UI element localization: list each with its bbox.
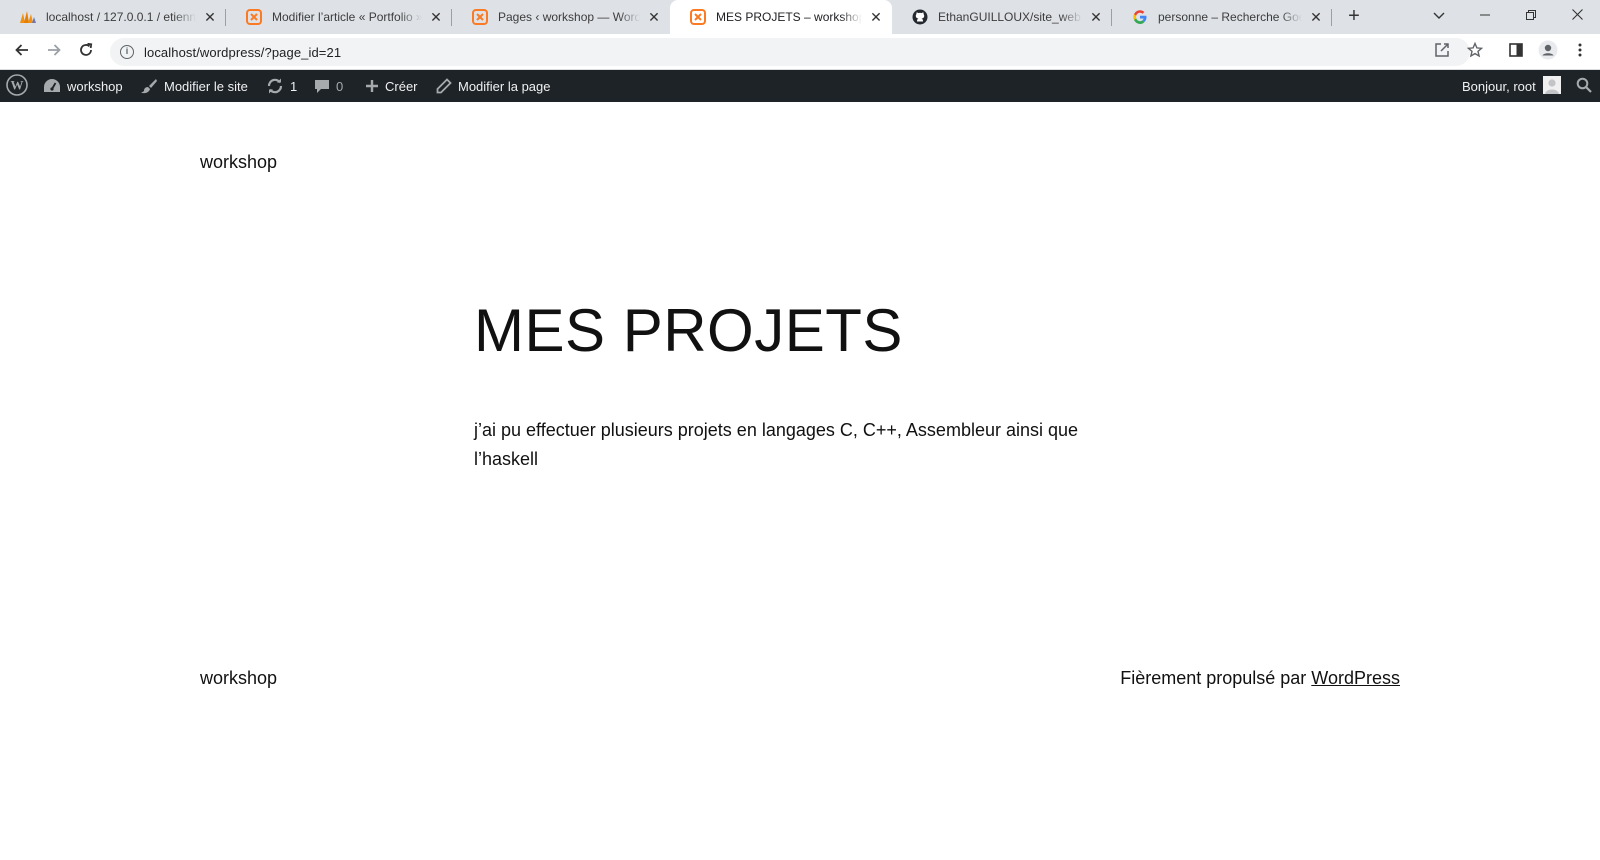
phpmyadmin-icon — [20, 9, 36, 25]
chevron-down-icon — [1433, 7, 1445, 23]
profile-button[interactable] — [1536, 40, 1560, 64]
arrow-left-icon — [14, 42, 30, 63]
update-icon — [266, 77, 284, 95]
xampp-icon — [690, 9, 706, 25]
wp-logo-menu[interactable]: W — [6, 70, 28, 102]
edit-page-label: Modifier la page — [458, 78, 551, 94]
edit-site-link[interactable]: Modifier le site — [140, 70, 248, 102]
greeting-label: Bonjour, root — [1462, 78, 1536, 94]
wordpress-link[interactable]: WordPress — [1311, 668, 1400, 688]
address-bar[interactable]: i localhost/wordpress/?page_id=21 — [110, 38, 1470, 66]
browser-toolbar: i localhost/wordpress/?page_id=21 — [0, 34, 1600, 70]
plus-icon — [365, 79, 379, 93]
site-title-link[interactable]: workshop — [200, 152, 277, 173]
edit-page-link[interactable]: Modifier la page — [436, 70, 551, 102]
avatar-icon — [1538, 40, 1558, 65]
bookmark-button[interactable] — [1463, 40, 1487, 64]
pencil-icon — [436, 78, 452, 94]
star-icon — [1466, 41, 1484, 63]
browser-tab-strip: localhost / 127.0.0.1 / etienne ✕ Modifi… — [0, 0, 1600, 34]
comments-link[interactable]: 0 — [314, 70, 343, 102]
wordpress-logo-icon: W — [6, 73, 28, 99]
browser-tab[interactable]: Modifier l’article « Portfolio » ✕ — [226, 0, 452, 34]
new-content-menu[interactable]: Créer — [365, 70, 418, 102]
close-icon[interactable]: ✕ — [646, 9, 662, 25]
close-icon[interactable]: ✕ — [202, 9, 218, 25]
avatar — [1542, 75, 1561, 97]
site-name-menu[interactable]: workshop — [43, 70, 123, 102]
close-icon[interactable]: ✕ — [868, 9, 884, 25]
dashboard-icon — [43, 78, 61, 94]
footer-credit-text: Fièrement propulsé par — [1120, 668, 1312, 688]
close-icon[interactable]: ✕ — [428, 9, 444, 25]
side-panel-button[interactable] — [1504, 40, 1528, 64]
comments-count: 0 — [336, 78, 344, 94]
updates-link[interactable]: 1 — [266, 70, 297, 102]
tab-title: localhost / 127.0.0.1 / etienne — [46, 10, 196, 24]
side-panel-icon — [1508, 42, 1524, 63]
create-label: Créer — [385, 78, 418, 94]
site-name-label: workshop — [67, 78, 123, 94]
minimize-button[interactable] — [1462, 0, 1508, 30]
page-title: MES PROJETS — [474, 297, 903, 364]
arrow-right-icon — [46, 42, 62, 63]
site-info-icon[interactable]: i — [120, 45, 134, 59]
browser-tab-active[interactable]: MES PROJETS – workshop ✕ — [670, 0, 892, 34]
updates-count: 1 — [290, 78, 298, 94]
tab-title: personne – Recherche Google — [1158, 10, 1302, 24]
wp-admin-bar: W workshop Modifier le site 1 0 Créer Mo… — [0, 70, 1600, 102]
page-content-paragraph: j’ai pu effectuer plusieurs projets en l… — [474, 420, 1079, 469]
google-icon — [1132, 9, 1148, 25]
new-tab-button[interactable]: + — [1342, 5, 1366, 29]
share-icon — [1434, 42, 1450, 63]
close-icon[interactable]: ✕ — [1308, 9, 1324, 25]
tab-title: Pages ‹ workshop — WordPress — [498, 10, 640, 24]
tab-title: EthanGUILLOUX/site_web — [938, 10, 1081, 24]
menu-button[interactable] — [1568, 40, 1592, 64]
back-button[interactable] — [10, 40, 34, 64]
brush-icon — [140, 77, 158, 95]
close-icon[interactable]: ✕ — [1088, 9, 1104, 25]
browser-tab[interactable]: EthanGUILLOUX/site_web ✕ — [892, 0, 1112, 34]
admin-bar-search[interactable] — [1576, 70, 1592, 102]
browser-tab[interactable]: Pages ‹ workshop — WordPress ✕ — [452, 0, 670, 34]
svg-text:W: W — [11, 77, 24, 92]
edit-site-label: Modifier le site — [164, 78, 248, 94]
browser-tab[interactable]: personne – Recherche Google ✕ — [1112, 0, 1332, 34]
comment-icon — [314, 78, 330, 94]
footer-site-title[interactable]: workshop — [200, 668, 277, 689]
xampp-icon — [472, 9, 488, 25]
reload-button[interactable] — [74, 40, 98, 64]
xampp-icon — [246, 9, 262, 25]
restore-button[interactable] — [1508, 0, 1554, 30]
forward-button[interactable] — [42, 40, 66, 64]
tab-title: MES PROJETS – workshop — [716, 10, 862, 24]
restore-icon — [1526, 7, 1536, 23]
close-icon — [1571, 7, 1583, 23]
close-window-button[interactable] — [1554, 0, 1600, 30]
browser-tab[interactable]: localhost / 127.0.0.1 / etienne ✕ — [0, 0, 226, 34]
search-icon — [1576, 77, 1592, 96]
tab-separator — [1331, 9, 1332, 26]
kebab-menu-icon — [1578, 42, 1582, 63]
share-button[interactable] — [1430, 40, 1454, 64]
my-account-menu[interactable]: Bonjour, root — [1462, 70, 1561, 102]
reload-icon — [78, 42, 94, 63]
footer-credit: Fièrement propulsé par WordPress — [1120, 668, 1400, 689]
tab-title: Modifier l’article « Portfolio » — [272, 10, 422, 24]
github-icon — [912, 9, 928, 25]
address-url: localhost/wordpress/?page_id=21 — [144, 44, 342, 60]
tab-search-button[interactable] — [1416, 0, 1462, 30]
minimize-icon — [1480, 7, 1490, 23]
